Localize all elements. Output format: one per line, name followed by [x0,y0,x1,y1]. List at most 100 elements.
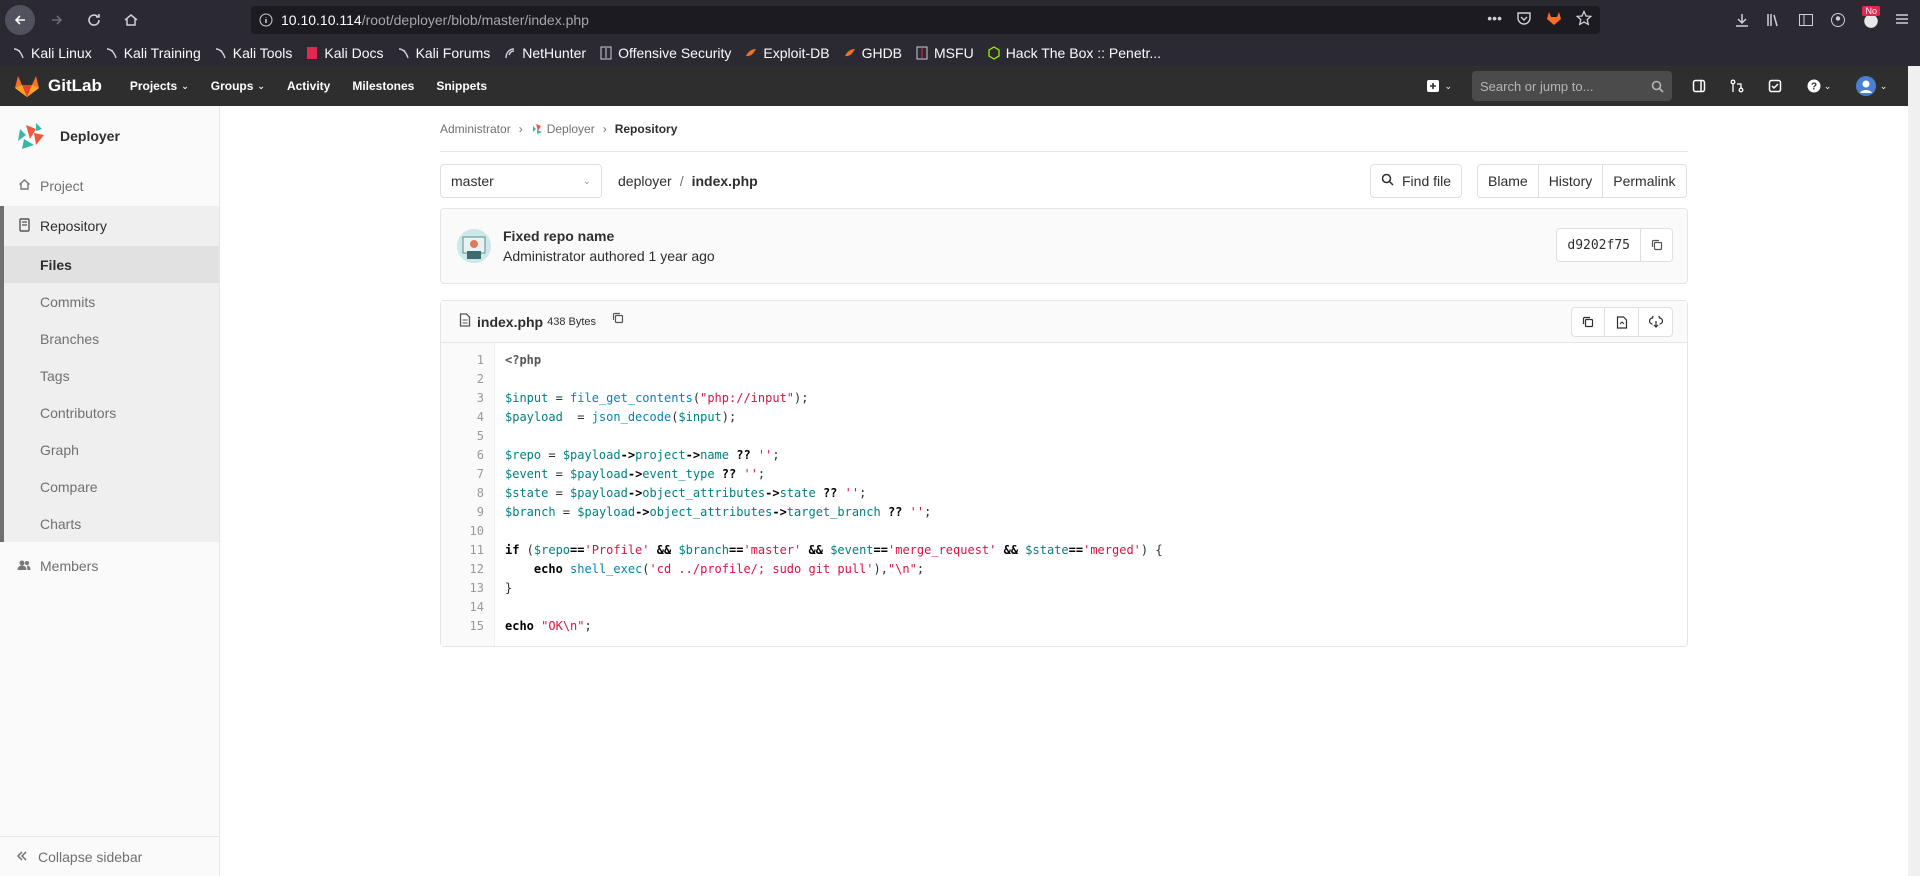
copy-source-button[interactable] [1571,307,1605,337]
todo-check-icon[interactable] [1766,77,1784,95]
gitlab-logo[interactable]: GitLab [14,74,102,98]
file-path: deployer / index.php [618,173,758,189]
sidebar-sub-files[interactable]: Files [4,246,219,283]
bookmark-kali-docs[interactable]: Kali Docs [305,45,384,61]
sidebar-sub-contributors[interactable]: Contributors [4,394,219,431]
sidebar-sub-graph[interactable]: Graph [4,431,219,468]
sidebar-sub-compare[interactable]: Compare [4,468,219,505]
line-number[interactable]: 7 [441,465,484,484]
info-icon[interactable] [251,13,281,27]
reload-icon[interactable] [79,5,109,35]
scrollbar-track[interactable] [1908,66,1920,876]
forward-arrow-icon[interactable] [42,5,72,35]
sidebar-panel-icon[interactable] [1690,77,1708,95]
nav-activity[interactable]: Activity [287,79,330,93]
help-icon[interactable]: ? ⌄ [1804,77,1834,95]
sidebar-project-header[interactable]: Deployer [0,106,219,166]
bookmark-hack-the-box[interactable]: Hack The Box :: Penetr... [987,45,1161,61]
nav-snippets[interactable]: Snippets [436,79,487,93]
code-line: $payload = json_decode($input); [505,410,737,424]
sidebar-sub-commits[interactable]: Commits [4,283,219,320]
bookmark-ghdb[interactable]: GHDB [843,45,902,61]
path-dir-link[interactable]: deployer [618,173,672,189]
line-number[interactable]: 4 [441,408,484,427]
line-number[interactable]: 5 [441,427,484,446]
nav-milestones[interactable]: Milestones [352,79,414,93]
download-icon[interactable] [1734,12,1750,28]
url-path: /root/deployer/blob/master/index.php [361,12,589,28]
author-avatar[interactable] [457,229,491,263]
bookmark-nethunter[interactable]: NetHunter [503,45,586,61]
home-icon[interactable] [116,5,146,35]
download-file-button[interactable] [1639,307,1673,337]
permalink-button[interactable]: Permalink [1603,164,1687,198]
line-number[interactable]: 9 [441,503,484,522]
line-number[interactable]: 8 [441,484,484,503]
bookmark-kali-tools[interactable]: Kali Tools [214,45,292,61]
sidebar-toggle-icon[interactable] [1798,12,1814,28]
menu-icon[interactable] [1894,11,1910,30]
code-line: $input = file_get_contents("php://input"… [505,391,809,405]
bookmarks-bar: Kali Linux Kali Training Kali Tools Kali… [0,40,1920,66]
file-doc-icon [459,313,471,330]
line-number[interactable]: 6 [441,446,484,465]
raw-file-button[interactable] [1605,307,1639,337]
pocket-icon[interactable] [1516,10,1532,26]
commit-title[interactable]: Fixed repo name [503,228,715,244]
project-avatar-icon [532,123,542,134]
sidebar-item-repository[interactable]: Repository [4,206,219,246]
breadcrumb-deployer[interactable]: Deployer [547,122,595,136]
breadcrumb-repository[interactable]: Repository [615,122,678,136]
nav-projects[interactable]: Projects ⌄ [130,79,189,93]
line-number[interactable]: 1 [441,351,484,370]
gitlab-tab-icon[interactable] [1546,10,1562,26]
bookmark-star-icon[interactable] [1576,10,1592,26]
bookmark-exploit-db[interactable]: Exploit-DB [744,45,830,61]
library-icon[interactable] [1766,12,1782,28]
breadcrumb-administrator[interactable]: Administrator [440,122,511,136]
commit-sha[interactable]: d9202f75 [1556,228,1641,262]
history-button[interactable]: History [1538,164,1604,198]
line-number[interactable]: 3 [441,389,484,408]
bookmark-kali-linux[interactable]: Kali Linux [12,45,92,61]
code-lines[interactable]: <?php $input = file_get_contents("php://… [495,343,1173,646]
url-bar[interactable]: 10.10.10.114/root/deployer/blob/master/i… [251,6,1600,34]
sidebar-sub-charts[interactable]: Charts [4,505,219,542]
blame-button[interactable]: Blame [1477,164,1539,198]
back-arrow-icon[interactable] [5,5,35,35]
copy-sha-button[interactable] [1641,228,1673,262]
find-file-button[interactable]: Find file [1370,164,1463,198]
new-dropdown-button[interactable]: ⌄ [1426,79,1452,93]
line-number[interactable]: 14 [441,598,484,617]
doc-icon [16,217,32,235]
offsec-icon [599,46,613,60]
collapse-sidebar-button[interactable]: Collapse sidebar [0,836,219,876]
line-number[interactable]: 10 [441,522,484,541]
sidebar-item-project[interactable]: Project [0,166,219,206]
path-separator: / [679,173,684,189]
bookmark-offensive-security[interactable]: Offensive Security [599,45,731,61]
sidebar-sub-tags[interactable]: Tags [4,357,219,394]
line-number[interactable]: 11 [441,541,484,560]
bookmark-kali-training[interactable]: Kali Training [105,45,201,61]
account-icon[interactable] [1830,12,1846,28]
extension-badge: No [1862,6,1880,16]
user-avatar-icon[interactable]: ⌄ [1854,76,1888,96]
line-number[interactable]: 13 [441,579,484,598]
merge-request-icon[interactable] [1728,77,1746,95]
copy-path-icon[interactable] [612,311,624,327]
line-number[interactable]: 12 [441,560,484,579]
sidebar-item-members[interactable]: Members [0,546,219,586]
line-number[interactable]: 2 [441,370,484,389]
line-number[interactable]: 15 [441,617,484,636]
bookmark-msfu[interactable]: MSFU [915,45,974,61]
search-input[interactable]: Search or jump to... [1472,71,1672,101]
sidebar-sub-branches[interactable]: Branches [4,320,219,357]
nav-groups[interactable]: Groups ⌄ [211,79,265,93]
msfu-icon [915,46,929,60]
branch-select[interactable]: master ⌄ [440,164,602,198]
bookmark-kali-forums[interactable]: Kali Forums [397,45,490,61]
more-dots-icon[interactable]: ••• [1487,10,1502,26]
gitlab-brand: GitLab [48,76,102,95]
